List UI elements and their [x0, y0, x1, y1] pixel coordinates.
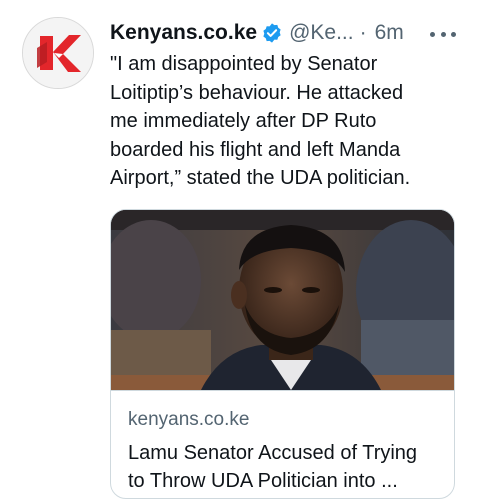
link-preview-card[interactable]: kenyans.co.ke Lamu Senator Accused of Tr… [110, 209, 455, 499]
tweet-header: Kenyans.co.ke @Ke... · 6m [110, 19, 404, 47]
avatar[interactable] [22, 17, 94, 89]
card-title: Lamu Senator Accused of Trying to Throw … [128, 439, 448, 495]
tweet-text-line: Airport,” stated the UDA politician. [110, 167, 411, 189]
tweet[interactable]: Kenyans.co.ke @Ke... · 6m "I am disappoi… [0, 0, 477, 499]
more-dot [440, 31, 446, 37]
kenyans-logo-icon [23, 18, 93, 88]
card-domain: kenyans.co.ke [128, 409, 250, 430]
author-handle[interactable]: @Ke... [289, 21, 354, 45]
tweet-text-line: boarded his flight and left Manda [110, 138, 401, 161]
tweet-text-line: "I am disappointed by Senator [110, 53, 378, 75]
card-title-line: to Throw UDA Politician into ... [128, 470, 398, 492]
tweet-text: "I am disappointed by Senator Loitiptip’… [110, 50, 450, 193]
separator-dot: · [359, 21, 367, 44]
verified-badge-icon [263, 23, 281, 43]
card-image[interactable] [111, 210, 454, 391]
more-options-icon[interactable] [430, 24, 456, 44]
tweet-text-line: me immediately after DP Ruto [110, 110, 377, 132]
more-dot [430, 31, 435, 37]
more-dot [451, 31, 456, 37]
tweet-timestamp[interactable]: 6m [375, 21, 404, 45]
author-name[interactable]: Kenyans.co.ke [110, 21, 257, 45]
card-title-line: Lamu Senator Accused of Trying [128, 442, 418, 464]
card-photo [111, 210, 454, 390]
tweet-text-line: Loitiptip’s behaviour. He attacked [110, 81, 404, 104]
